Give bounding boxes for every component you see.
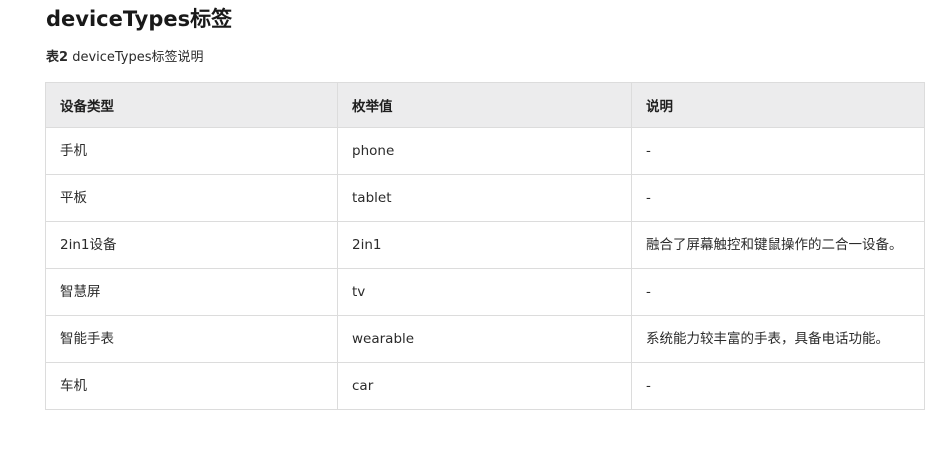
table-row: 2in1设备 2in1 融合了屏幕触控和键鼠操作的二合一设备。 bbox=[45, 221, 925, 269]
table-caption-number: 表2 bbox=[46, 50, 69, 65]
description-cell: 系统能力较丰富的手表，具备电话功能。 bbox=[631, 315, 925, 363]
description-cell: - bbox=[631, 127, 925, 175]
device-type-cell: 平板 bbox=[45, 174, 338, 222]
enum-value-cell: 2in1 bbox=[337, 221, 632, 269]
enum-value-cell: wearable bbox=[337, 315, 632, 363]
enum-value-cell: tv bbox=[337, 268, 632, 316]
device-type-cell: 手机 bbox=[45, 127, 338, 175]
description-cell: 融合了屏幕触控和键鼠操作的二合一设备。 bbox=[631, 221, 925, 269]
table-caption-text: deviceTypes标签说明 bbox=[72, 50, 204, 65]
device-type-cell: 智能手表 bbox=[45, 315, 338, 363]
description-cell: - bbox=[631, 174, 925, 222]
table-header-row: 设备类型 枚举值 说明 bbox=[45, 82, 925, 128]
device-types-table: 设备类型 枚举值 说明 手机 phone - 平板 tablet - 2in1设… bbox=[45, 82, 925, 410]
column-header-description: 说明 bbox=[631, 82, 925, 128]
description-cell: - bbox=[631, 268, 925, 316]
description-cell: - bbox=[631, 362, 925, 410]
table-row: 手机 phone - bbox=[45, 127, 925, 175]
table-row: 智慧屏 tv - bbox=[45, 268, 925, 316]
enum-value-cell: car bbox=[337, 362, 632, 410]
enum-value-cell: tablet bbox=[337, 174, 632, 222]
column-header-enum-value: 枚举值 bbox=[337, 82, 632, 128]
device-type-cell: 车机 bbox=[45, 362, 338, 410]
table-row: 车机 car - bbox=[45, 362, 925, 410]
table-row: 平板 tablet - bbox=[45, 174, 925, 222]
enum-value-cell: phone bbox=[337, 127, 632, 175]
section-title: deviceTypes标签 bbox=[46, 7, 233, 31]
table-caption: 表2 deviceTypes标签说明 bbox=[46, 48, 204, 68]
table-row: 智能手表 wearable 系统能力较丰富的手表，具备电话功能。 bbox=[45, 315, 925, 363]
device-type-cell: 2in1设备 bbox=[45, 221, 338, 269]
column-header-device-type: 设备类型 bbox=[45, 82, 338, 128]
device-type-cell: 智慧屏 bbox=[45, 268, 338, 316]
